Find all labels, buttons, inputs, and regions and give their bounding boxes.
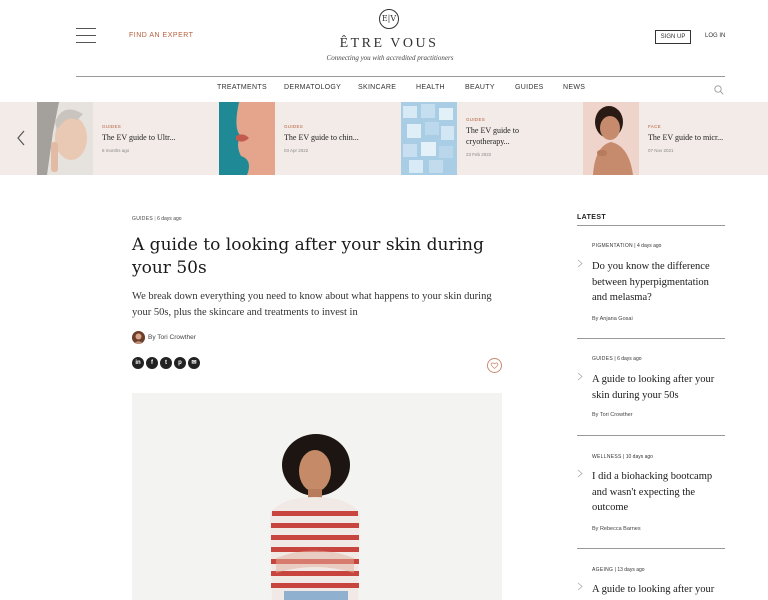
sidebar-divider — [577, 548, 725, 549]
nav-guides[interactable]: GUIDES — [515, 84, 544, 91]
sidebar-item-meta: PIGMENTATION | 4 days ago — [592, 243, 662, 249]
heart-icon[interactable] — [487, 358, 502, 373]
sidebar-item-meta: WELLNESS | 10 days ago — [592, 454, 653, 460]
carousel-date: 07 Nov 2021 — [648, 148, 674, 153]
carousel-title[interactable]: The EV guide to Ultr... — [102, 132, 212, 143]
sidebar-item-author[interactable]: By Anjana Gosai — [592, 316, 633, 322]
carousel-image-3[interactable] — [401, 102, 457, 175]
latest-heading: LATEST — [577, 214, 607, 221]
carousel-title[interactable]: The EV guide to cryotherapy... — [466, 125, 546, 147]
sidebar-item-age: 10 days ago — [625, 454, 653, 460]
hero-image — [132, 393, 502, 600]
nav-skincare[interactable]: SKINCARE — [358, 84, 396, 91]
chevron-left-icon[interactable] — [14, 129, 28, 147]
header-divider — [76, 76, 725, 77]
carousel-title[interactable]: The EV guide to micr... — [648, 132, 758, 143]
sidebar-item-category[interactable]: AGEING — [592, 567, 613, 573]
sidebar-item-age: 13 days ago — [617, 567, 645, 573]
author-avatar[interactable] — [132, 331, 145, 344]
sidebar-item-age: 6 days ago — [617, 356, 642, 362]
email-icon[interactable]: ✉ — [188, 357, 200, 369]
twitter-icon[interactable]: t — [160, 357, 172, 369]
sidebar-item-title[interactable]: A guide to looking after your skin durin… — [592, 372, 726, 403]
tagline: Connecting you with accredited practitio… — [326, 54, 454, 62]
search-icon[interactable] — [714, 85, 724, 95]
brand-name[interactable]: ÊTRE VOUS — [300, 36, 478, 52]
article-category[interactable]: GUIDES — [132, 216, 153, 222]
carousel-image-2[interactable] — [219, 102, 275, 175]
carousel-image-4[interactable] — [583, 102, 639, 175]
facebook-icon[interactable]: f — [146, 357, 158, 369]
article-headline: A guide to looking after your skin durin… — [132, 235, 484, 278]
carousel-tag: GUIDES — [284, 124, 304, 129]
sidebar-item-meta: AGEING | 13 days ago — [592, 567, 645, 573]
carousel-date: 8 months ago — [102, 148, 130, 153]
sidebar-item-author[interactable]: By Rebecca Barnes — [592, 526, 641, 532]
sidebar-item-title[interactable]: Do you know the difference between hyper… — [592, 259, 726, 306]
nav-beauty[interactable]: BEAUTY — [465, 84, 495, 91]
carousel-date: 03 Apr 2022 — [284, 148, 309, 153]
sidebar-item-age: 4 days ago — [637, 243, 662, 249]
chevron-right-icon — [577, 469, 583, 478]
menu-icon[interactable] — [76, 28, 96, 44]
carousel-tag: GUIDES — [466, 117, 486, 122]
chevron-right-icon — [577, 259, 583, 268]
chevron-right-icon — [577, 582, 583, 591]
carousel-title[interactable]: The EV guide to chin... — [284, 132, 394, 143]
sidebar-item-category[interactable]: WELLNESS — [592, 454, 622, 460]
sidebar-divider — [577, 435, 725, 436]
main-nav: TREATMENTS DERMATOLOGY SKINCARE HEALTH B… — [0, 84, 768, 96]
sidebar-item-title[interactable]: I did a biohacking bootcamp and wasn't e… — [592, 469, 726, 516]
sidebar-item-category[interactable]: GUIDES — [592, 356, 613, 362]
article-meta: GUIDES | 6 days ago — [132, 216, 182, 222]
signup-button[interactable]: SIGN UP — [655, 30, 691, 44]
nav-treatments[interactable]: TREATMENTS — [217, 84, 267, 91]
sidebar-item-category[interactable]: PIGMENTATION — [592, 243, 633, 249]
carousel-image-1[interactable] — [37, 102, 93, 175]
sidebar-divider — [577, 225, 725, 226]
carousel-tag: FACE — [648, 124, 661, 129]
sidebar-item-meta: GUIDES | 6 days ago — [592, 356, 642, 362]
logo-mark[interactable]: E|V — [379, 9, 399, 29]
login-link[interactable]: LOG IN — [705, 33, 725, 39]
linkedin-icon[interactable]: in — [132, 357, 144, 369]
chevron-right-icon — [577, 372, 583, 381]
nav-news[interactable]: NEWS — [563, 84, 585, 91]
carousel-date: 23 Feb 2022 — [466, 152, 492, 157]
sidebar-item-title[interactable]: A guide to looking after your — [592, 582, 726, 598]
article-standfirst: We break down everything you need to kno… — [132, 291, 492, 318]
sidebar-divider — [577, 338, 725, 339]
carousel-tag: GUIDES — [102, 124, 122, 129]
author-name[interactable]: By Tori Crowther — [148, 334, 196, 341]
nav-health[interactable]: HEALTH — [416, 84, 445, 91]
article-age: 6 days ago — [157, 216, 182, 222]
pinterest-icon[interactable]: p — [174, 357, 186, 369]
find-expert-link[interactable]: FIND AN EXPERT — [129, 32, 193, 39]
sidebar-item-author[interactable]: By Tori Crowther — [592, 412, 633, 418]
nav-dermatology[interactable]: DERMATOLOGY — [284, 84, 341, 91]
